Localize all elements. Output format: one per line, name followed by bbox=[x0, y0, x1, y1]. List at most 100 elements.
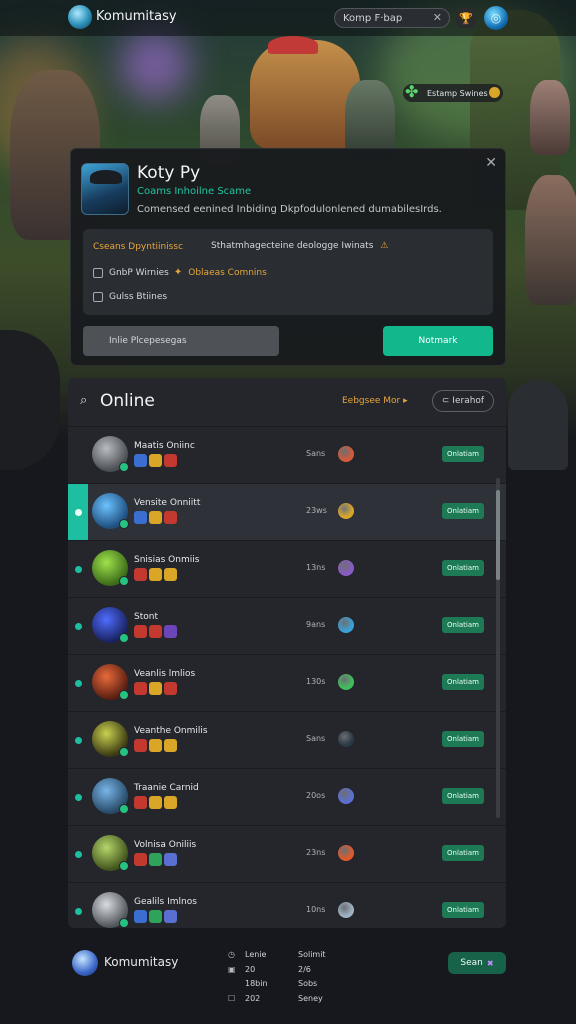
online-action-button[interactable]: Onlatiam bbox=[442, 731, 484, 747]
online-status-dot bbox=[75, 794, 82, 801]
filter-button[interactable]: ⊂ Ierahof bbox=[432, 390, 494, 412]
badge-group bbox=[134, 796, 177, 809]
user-name[interactable]: Gealils Imlnos bbox=[134, 897, 197, 907]
table-row[interactable]: Veanthe Onmilis Sans Onlatiam bbox=[68, 711, 506, 768]
online-action-button[interactable]: Onlatiam bbox=[442, 674, 484, 690]
options-title: Cseans Dpyntiinissc bbox=[93, 242, 184, 252]
options-panel: Cseans Dpyntiinissc Sthatmhagecteine deo… bbox=[83, 229, 493, 315]
badge-icon bbox=[149, 625, 162, 638]
sparkle-icon: ✦ bbox=[173, 267, 183, 278]
badge-icon bbox=[164, 568, 177, 581]
badge-icon bbox=[164, 853, 177, 866]
status-time: 130s bbox=[306, 677, 326, 686]
options-subtitle: Sthatmhagecteine deologge Iwinats ⚠ bbox=[211, 241, 389, 251]
event-badge[interactable]: ✤ Estamp Swines bbox=[403, 82, 503, 102]
close-icon: ✖ bbox=[486, 958, 494, 968]
game-icon bbox=[338, 560, 354, 576]
online-action-button[interactable]: Onlatiam bbox=[442, 788, 484, 804]
user-name[interactable]: Veanthe Onmilis bbox=[134, 726, 208, 736]
secondary-button[interactable]: Inlie Plcepesegas bbox=[83, 326, 279, 356]
game-icon bbox=[338, 788, 354, 804]
online-action-button[interactable]: Onlatiam bbox=[442, 560, 484, 576]
app-name: Komumitasy bbox=[96, 9, 177, 24]
user-name[interactable]: Vensite Onniitt bbox=[134, 498, 200, 508]
user-name[interactable]: Volnisa Oniliis bbox=[134, 840, 196, 850]
status-time: 13ns bbox=[306, 563, 326, 572]
badge-icon bbox=[134, 511, 147, 524]
game-icon bbox=[338, 617, 354, 633]
checkbox[interactable] bbox=[93, 267, 103, 278]
search-input[interactable]: Komp F·bap ✕ bbox=[334, 8, 450, 28]
avatar[interactable] bbox=[92, 550, 129, 586]
badge-icon bbox=[149, 511, 162, 524]
send-button[interactable]: Sean ✖ bbox=[448, 952, 506, 974]
status-time: 23ws bbox=[306, 506, 327, 515]
avatar[interactable] bbox=[92, 607, 129, 643]
table-row[interactable]: Vensite Onniitt 23ws Onlatiam bbox=[68, 483, 506, 540]
user-name[interactable]: Veanlis lmlios bbox=[134, 669, 195, 679]
footer-row: 18bin Sobs bbox=[245, 979, 318, 988]
badge-icon bbox=[134, 682, 147, 695]
profile-card: ✕ Koty Py Coams Inhoilne Scame Comensed … bbox=[70, 148, 506, 366]
online-action-button[interactable]: Onlatiam bbox=[442, 503, 484, 519]
decor-shield bbox=[508, 380, 568, 470]
footer-row: ▣ 20 2/6 bbox=[228, 965, 311, 974]
option-row-2[interactable]: Gulss Btiines bbox=[93, 292, 167, 302]
app-logo[interactable] bbox=[68, 5, 92, 29]
badge-icon bbox=[149, 853, 162, 866]
user-name[interactable]: Maatis Oniinc bbox=[134, 441, 195, 451]
table-row[interactable]: Stont 9ans Onlatiam bbox=[68, 597, 506, 654]
status-time: 9ans bbox=[306, 620, 326, 629]
badge-icon bbox=[164, 910, 177, 923]
online-action-button[interactable]: Onlatiam bbox=[442, 845, 484, 861]
table-row[interactable]: Traanie Carnid 20os Onlatiam bbox=[68, 768, 506, 825]
status-time: 10ns bbox=[306, 905, 326, 914]
user-name[interactable]: Stont bbox=[134, 612, 158, 622]
primary-button[interactable]: Notmark bbox=[383, 326, 493, 356]
footer: Komumitasy ◷ Lenie Solimit ▣ 20 2/6 18bi… bbox=[0, 940, 576, 1024]
table-row[interactable]: Volnisa Oniliis 23ns Onlatiam bbox=[68, 825, 506, 882]
trophy-icon[interactable]: 🏆 bbox=[456, 8, 476, 28]
user-name[interactable]: Traanie Carnid bbox=[134, 783, 199, 793]
online-action-button[interactable]: Onlatiam bbox=[442, 902, 484, 918]
avatar[interactable] bbox=[92, 664, 129, 700]
search-icon[interactable]: ⌕ bbox=[80, 393, 87, 408]
badge-group bbox=[134, 454, 177, 467]
square-icon: ☐ bbox=[228, 994, 236, 1003]
avatar[interactable] bbox=[92, 721, 129, 757]
avatar[interactable] bbox=[92, 778, 129, 814]
online-status-dot bbox=[75, 509, 82, 516]
avatar[interactable] bbox=[92, 892, 129, 928]
user-name[interactable]: Snisias Onmiis bbox=[134, 555, 199, 565]
footer-name: Komumitasy bbox=[104, 955, 179, 969]
globe-icon[interactable]: ◎ bbox=[484, 6, 508, 30]
online-status-dot bbox=[75, 566, 82, 573]
scrollbar-thumb[interactable] bbox=[496, 490, 500, 580]
badge-icon bbox=[134, 796, 147, 809]
profile-subtitle: Coams Inhoilne Scame bbox=[137, 186, 252, 197]
badge-icon bbox=[149, 454, 162, 467]
game-icon bbox=[338, 503, 354, 519]
avatar[interactable] bbox=[92, 493, 129, 529]
table-row[interactable]: Snisias Onmiis 13ns Onlatiam bbox=[68, 540, 506, 597]
close-icon[interactable]: ✕ bbox=[485, 155, 497, 171]
badge-icon bbox=[149, 739, 162, 752]
close-icon[interactable]: ✕ bbox=[433, 11, 442, 24]
avatar[interactable] bbox=[92, 835, 129, 871]
online-action-button[interactable]: Onlatiam bbox=[442, 446, 484, 462]
profile-avatar bbox=[81, 163, 129, 215]
online-action-button[interactable]: Onlatiam bbox=[442, 617, 484, 633]
checkbox[interactable] bbox=[93, 292, 103, 302]
top-bar: Komumitasy Komp F·bap ✕ 🏆 ◎ bbox=[0, 0, 576, 36]
badge-icon bbox=[149, 568, 162, 581]
table-row[interactable]: Maatis Oniinc Sans Onlatiam bbox=[68, 426, 506, 483]
table-row[interactable]: Gealils Imlnos 10ns Onlatiam bbox=[68, 882, 506, 928]
avatar[interactable] bbox=[92, 436, 129, 472]
badge-icon bbox=[149, 682, 162, 695]
option-row-1[interactable]: GnbP Wirnies ✦ Oblaeas Comnins bbox=[93, 267, 267, 278]
sort-dropdown[interactable]: Eebgsee Mor ▸ bbox=[342, 396, 408, 406]
table-row[interactable]: Veanlis lmlios 130s Onlatiam bbox=[68, 654, 506, 711]
badge-icon bbox=[149, 910, 162, 923]
status-time: 23ns bbox=[306, 848, 326, 857]
footer-logo bbox=[72, 950, 98, 976]
